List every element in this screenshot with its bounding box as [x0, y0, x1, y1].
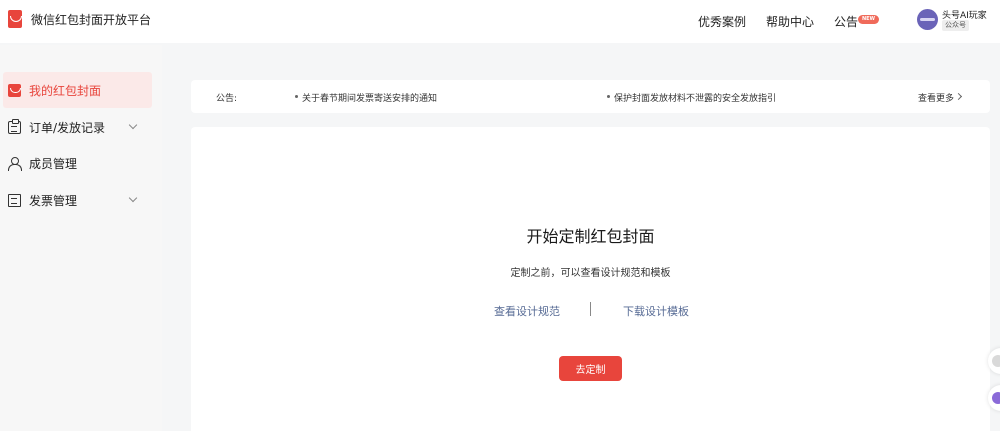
nav-announcements[interactable]: 公告	[834, 13, 858, 30]
person-icon	[8, 156, 22, 171]
sidebar-item-label: 我的红包封面	[29, 83, 102, 98]
top-bar: 微信红包封面开放平台 优秀案例 帮助中心 公告 NEW 头号AI玩家 公众号	[0, 0, 1000, 43]
chevron-right-icon	[954, 92, 963, 101]
sidebar-item-label: 成员管理	[29, 156, 78, 171]
sidebar-item-label: 发票管理	[29, 193, 78, 208]
notice-item[interactable]: 保护封面发放材料不泄露的安全发放指引	[614, 91, 776, 104]
chevron-down-icon	[128, 193, 138, 203]
clipboard-icon	[8, 118, 21, 134]
main-card: 开始定制红包封面 定制之前，可以查看设计规范和模板 查看设计规范 下载设计模板 …	[191, 127, 990, 431]
download-template-link[interactable]: 下载设计模板	[623, 303, 689, 319]
brand[interactable]: 微信红包封面开放平台	[8, 9, 151, 29]
nav-help-center[interactable]: 帮助中心	[766, 13, 814, 30]
bullet-icon	[295, 95, 298, 98]
sidebar-item-my-covers[interactable]: 我的红包封面	[3, 72, 152, 108]
red-packet-icon	[8, 83, 21, 97]
customer-service-icon	[992, 392, 1000, 404]
red-packet-icon	[8, 10, 22, 28]
document-icon	[8, 193, 21, 207]
notice-bar: 公告: 关于春节期间发票寄送安排的通知 保护封面发放材料不泄露的安全发放指引 查…	[191, 80, 990, 113]
bullet-icon	[607, 95, 610, 98]
page-title: 开始定制红包封面	[526, 227, 655, 246]
help-icon	[992, 355, 1000, 367]
chevron-down-icon	[128, 120, 138, 130]
notice-item[interactable]: 关于春节期间发票寄送安排的通知	[302, 91, 437, 104]
page-subtitle: 定制之前，可以查看设计规范和模板	[510, 268, 671, 279]
new-badge: NEW	[858, 15, 879, 24]
avatar[interactable]	[917, 9, 938, 30]
sidebar-item-label: 订单/发放记录	[29, 120, 106, 135]
sidebar-item-orders[interactable]: 订单/发放记录	[3, 109, 152, 145]
design-spec-link[interactable]: 查看设计规范	[494, 303, 560, 319]
sidebar: 我的红包封面 订单/发放记录 成员管理 发票管理	[0, 45, 162, 431]
nav-excellent-cases[interactable]: 优秀案例	[698, 13, 746, 30]
sidebar-item-invoices[interactable]: 发票管理	[3, 182, 152, 218]
view-more-link[interactable]: 查看更多	[918, 91, 954, 104]
start-customize-button[interactable]: 去定制	[559, 356, 622, 381]
brand-title: 微信红包封面开放平台	[31, 12, 152, 27]
notice-label: 公告:	[216, 94, 238, 104]
account-type-tag: 公众号	[942, 20, 969, 31]
link-divider	[590, 302, 591, 316]
sidebar-item-members[interactable]: 成员管理	[3, 145, 152, 181]
